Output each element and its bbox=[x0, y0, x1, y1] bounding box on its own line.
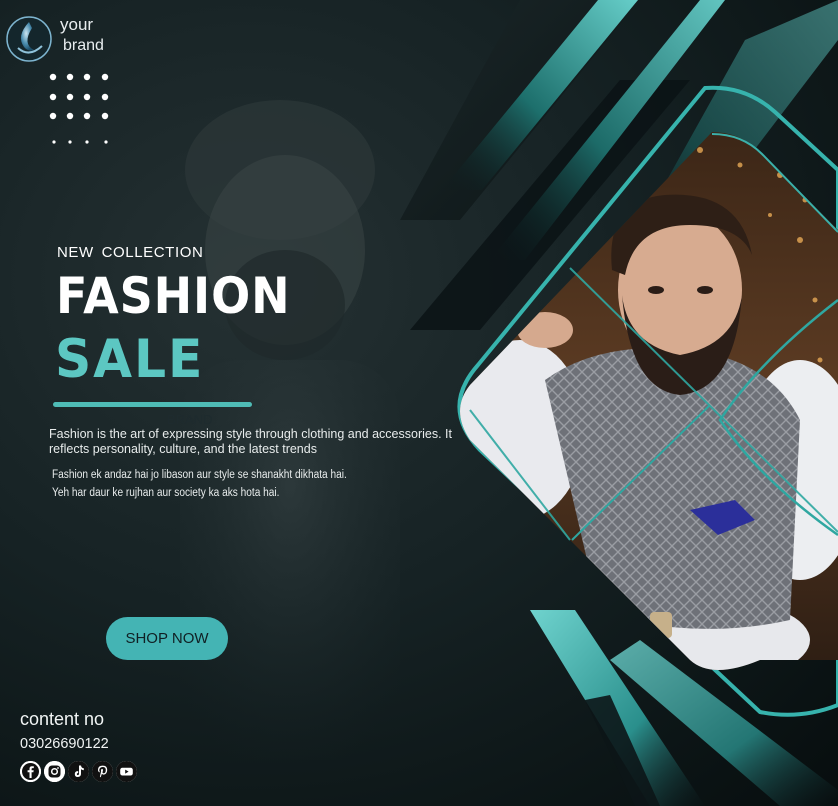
pinterest-icon[interactable] bbox=[92, 761, 113, 782]
model-photo bbox=[460, 132, 838, 670]
youtube-icon[interactable] bbox=[116, 761, 137, 782]
headline-fashion: FASHION bbox=[56, 267, 291, 325]
dot-grid-decoration bbox=[49, 73, 109, 144]
new-collection-label: NEW COLLECTION bbox=[57, 244, 204, 261]
brand-small-label: BRAND bbox=[167, 412, 213, 427]
brand-line-2: brand bbox=[63, 37, 104, 54]
social-icons bbox=[20, 761, 137, 782]
brand-wordmark: your brand bbox=[60, 14, 104, 56]
facebook-icon[interactable] bbox=[20, 761, 41, 782]
contact-phone: 03026690122 bbox=[20, 736, 109, 752]
headline-underline bbox=[53, 402, 252, 407]
fashion-description-roman-urdu: Fashion ek andaz hai jo libason aur styl… bbox=[52, 466, 386, 502]
instagram-icon[interactable] bbox=[44, 761, 65, 782]
headline-sale: SALE bbox=[55, 329, 205, 390]
urdu-line-2: Yeh har daur ke rujhan aur society ka ak… bbox=[52, 487, 280, 499]
brand-logo-icon bbox=[6, 16, 52, 62]
urdu-line-1: Fashion ek andaz hai jo libason aur styl… bbox=[52, 469, 347, 481]
brand-line-1: your bbox=[60, 15, 94, 34]
shop-now-button[interactable]: SHOP NOW bbox=[106, 617, 228, 660]
fashion-sale-poster: your brand NEW COLLECTION FASHION SALE B… bbox=[0, 0, 838, 806]
fashion-description: Fashion is the art of expressing style t… bbox=[49, 427, 452, 456]
contact-name: content no bbox=[20, 709, 105, 729]
tiktok-icon[interactable] bbox=[68, 761, 89, 782]
